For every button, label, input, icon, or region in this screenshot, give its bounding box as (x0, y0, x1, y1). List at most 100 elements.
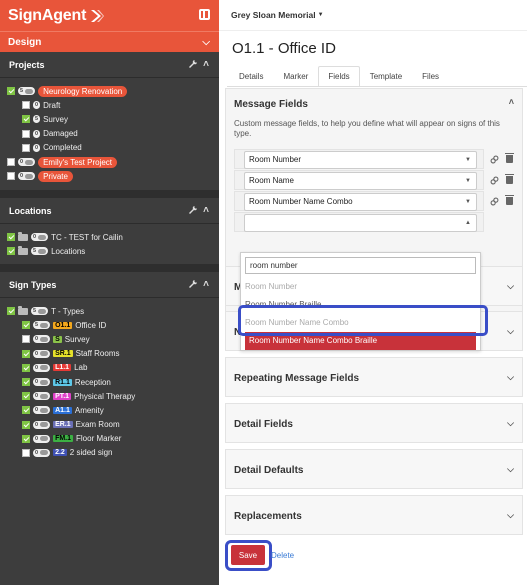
sidebar-toggle-icon[interactable] (199, 9, 210, 20)
wrench-icon[interactable] (188, 59, 198, 69)
project-item[interactable]: 0 Private (0, 169, 219, 183)
section-header[interactable]: Detail Defaults ⌵ (226, 450, 522, 490)
message-field-select[interactable]: Room Number ▼ (244, 151, 477, 169)
link-icon[interactable] (490, 155, 499, 164)
trash-icon[interactable] (505, 195, 514, 205)
wrench-icon[interactable] (188, 279, 198, 289)
count-badge: 5 (31, 307, 49, 316)
trash-icon[interactable] (505, 174, 514, 184)
sign-type-code: A1.1 (53, 406, 72, 414)
save-button[interactable]: Save (231, 545, 265, 565)
link-icon[interactable] (490, 197, 499, 206)
design-mode-selector[interactable]: Design ⌵ (0, 31, 219, 52)
message-field-value: Room Number (249, 155, 302, 164)
count-badge: 5 (31, 247, 49, 256)
checkbox[interactable] (22, 363, 30, 372)
project-item[interactable]: 0 Damaged (0, 127, 219, 141)
checkbox[interactable] (7, 233, 15, 242)
tab-files[interactable]: Files (412, 66, 449, 86)
sign-type-item[interactable]: 0 R1.1 Reception (0, 375, 219, 389)
selected-option-highlight-ring (238, 305, 488, 336)
checkbox[interactable] (22, 129, 30, 138)
message-field-select[interactable]: Room Number Name Combo ▼ (244, 193, 477, 211)
message-field-select[interactable]: ▲ (244, 214, 477, 232)
count-value: 5 (33, 248, 37, 255)
sign-type-item[interactable]: 0 SR.1 Staff Rooms (0, 347, 219, 361)
chevron-up-icon[interactable]: ˄ (203, 59, 209, 70)
sign-type-root[interactable]: 5 T - Types (0, 304, 219, 318)
tab-template[interactable]: Template (360, 66, 412, 86)
sign-type-item[interactable]: 0 FM.1 Floor Marker (0, 432, 219, 446)
count-value: 0 (35, 407, 39, 414)
project-item[interactable]: 0 Draft (0, 98, 219, 112)
checkbox[interactable] (22, 434, 30, 443)
dropdown-search-input[interactable]: room number (245, 257, 476, 274)
tab-fields[interactable]: Fields (318, 66, 360, 86)
checkbox[interactable] (22, 321, 30, 330)
sign-type-item[interactable]: 0 PT.1 Physical Therapy (0, 389, 219, 403)
wrench-icon[interactable] (188, 205, 198, 215)
sign-types-tree: 5 T - Types 5 O1.1 Office ID 0 S Survey 0 SR.1 Sta… (0, 298, 219, 460)
tab-marker[interactable]: Marker (273, 66, 318, 86)
checkbox[interactable] (22, 420, 30, 429)
count-value: 0 (35, 336, 39, 343)
checkbox[interactable] (22, 448, 30, 457)
projects-title: Projects (9, 59, 45, 70)
sign-type-item[interactable]: 0 S Survey (0, 332, 219, 346)
checkbox[interactable] (22, 406, 30, 415)
checkbox[interactable] (7, 87, 15, 96)
count-value: 0 (35, 130, 39, 137)
count-badge: 5 (18, 87, 36, 96)
brand-logo-text: SignAgent (8, 6, 87, 24)
checkbox[interactable] (22, 101, 30, 110)
chevron-up-icon[interactable]: ˄ (203, 205, 209, 216)
message-fields-header[interactable]: Message Fields ˄ (226, 89, 522, 119)
project-label: Neurology Renovation (38, 85, 128, 97)
checkbox[interactable] (22, 115, 30, 124)
section-title: Detail Fields (234, 418, 293, 430)
chevron-down-icon: ⌵ (507, 326, 514, 336)
checkbox[interactable] (7, 247, 15, 256)
section-header[interactable]: Detail Fields ⌵ (226, 404, 522, 444)
project-item[interactable]: 5 Neurology Renovation (0, 84, 219, 98)
brand-bar: SignAgent (0, 0, 219, 31)
project-item[interactable]: 0 Emily's Test Project (0, 155, 219, 169)
toggle-dot-icon (40, 379, 49, 385)
link-icon[interactable] (490, 176, 499, 185)
workspace-selector[interactable]: Grey Sloan Memorial ▼ (219, 0, 527, 31)
project-label: Completed (43, 143, 82, 153)
section-header[interactable]: Replacements ⌵ (226, 496, 522, 536)
checkbox[interactable] (22, 378, 30, 387)
sign-type-label: Lab (74, 363, 88, 373)
tab-details[interactable]: Details (229, 66, 273, 86)
chevron-down-icon: ⌵ (507, 510, 514, 520)
checkbox[interactable] (22, 349, 30, 358)
delete-link[interactable]: Delete (271, 551, 294, 560)
project-item[interactable]: 0 Completed (0, 141, 219, 155)
count-value: 0 (35, 144, 39, 151)
project-item[interactable]: 5 Survey (0, 112, 219, 126)
count-badge: 0 (33, 349, 51, 358)
row-actions (490, 195, 514, 206)
sign-type-item[interactable]: 0 2.2 2 sided sign (0, 446, 219, 460)
checkbox[interactable] (7, 158, 15, 167)
count-value: 0 (20, 159, 24, 166)
message-field-select[interactable]: Room Name ▼ (244, 172, 477, 190)
trash-icon[interactable] (505, 153, 514, 163)
checkbox[interactable] (22, 143, 30, 152)
checkbox[interactable] (22, 392, 30, 401)
checkbox[interactable] (22, 335, 30, 344)
count-value: 0 (35, 393, 39, 400)
section-header[interactable]: Repeating Message Fields ⌵ (226, 358, 522, 398)
checkbox[interactable] (7, 172, 15, 181)
count-badge: 0 (33, 143, 41, 152)
checkbox[interactable] (7, 307, 15, 316)
sign-type-item[interactable]: 5 O1.1 Office ID (0, 318, 219, 332)
sign-type-item[interactable]: 0 ER.1 Exam Room (0, 418, 219, 432)
chevron-down-icon: ⌵ (507, 281, 514, 291)
location-item[interactable]: 0 TC - TEST for Cailin (0, 230, 219, 244)
chevron-up-icon[interactable]: ˄ (203, 279, 209, 290)
sign-type-item[interactable]: 0 L1.1 Lab (0, 361, 219, 375)
sign-type-item[interactable]: 0 A1.1 Amenity (0, 403, 219, 417)
location-item[interactable]: 5 Locations (0, 244, 219, 258)
